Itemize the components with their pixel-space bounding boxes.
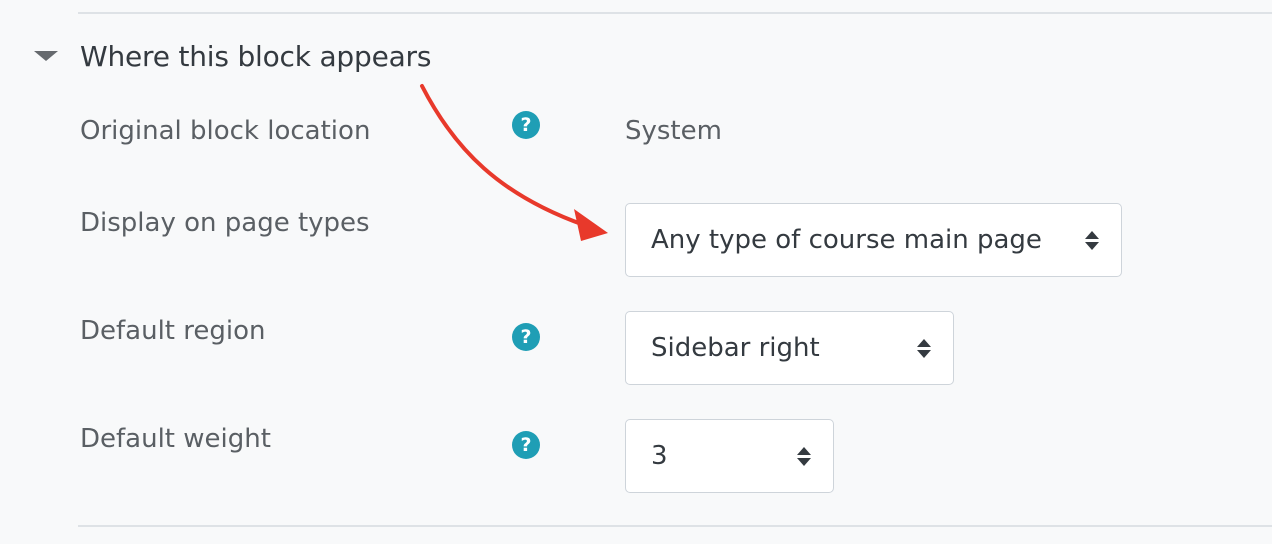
annotation-arrow-icon [420, 84, 608, 241]
